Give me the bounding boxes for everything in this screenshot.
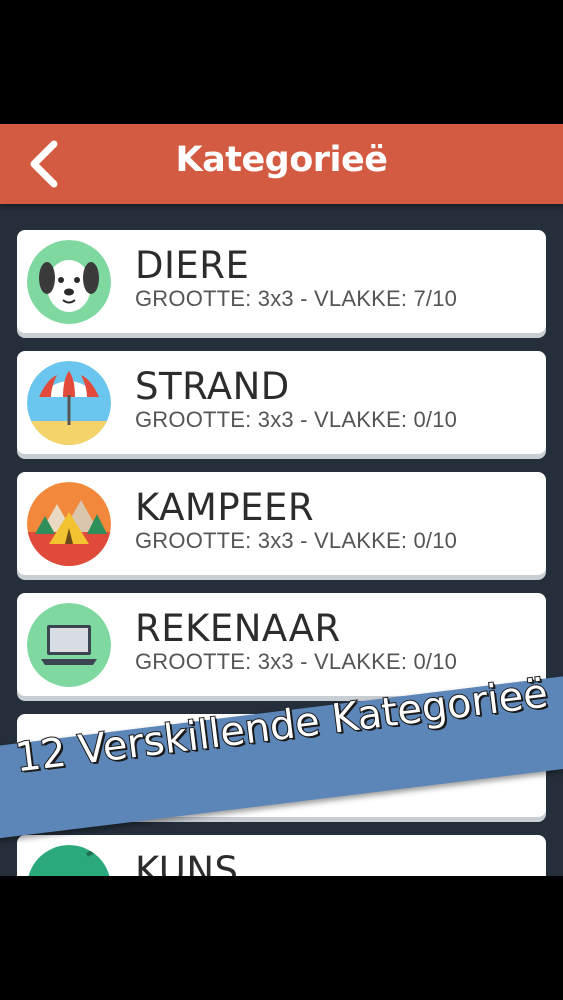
- category-name: KAMPEER: [135, 486, 315, 529]
- beach-umbrella-icon: [27, 361, 111, 445]
- art-icon: [27, 845, 111, 876]
- page-title: Kategorieë: [175, 140, 388, 180]
- laptop-icon: [27, 603, 111, 687]
- category-details: GROOTTE: 3x3 - VLAKKE: 0/10: [135, 528, 458, 553]
- tent-icon: [27, 482, 111, 566]
- category-details: GROOTTE: 3x3 - VLAKKE: 0/10: [135, 407, 458, 432]
- dog-icon: [27, 240, 111, 324]
- category-name: STRAND: [135, 365, 290, 408]
- category-name: KUNS: [135, 849, 239, 876]
- category-card-strand[interactable]: STRAND GROOTTE: 3x3 - VLAKKE: 0/10: [17, 351, 546, 454]
- top-bar: Kategorieë: [0, 124, 563, 204]
- category-card-kampeer[interactable]: KAMPEER GROOTTE: 3x3 - VLAKKE: 0/10: [17, 472, 546, 575]
- category-details: GROOTTE: 3x3 - VLAKKE: 0/10: [135, 649, 458, 674]
- category-details: GROOTTE: 3x3 - VLAKKE: 7/10: [135, 286, 458, 311]
- category-card-kuns[interactable]: KUNS: [17, 835, 546, 876]
- category-name: DIERE: [135, 244, 250, 287]
- category-card-diere[interactable]: DIERE GROOTTE: 3x3 - VLAKKE: 7/10: [17, 230, 546, 333]
- category-name: REKENAAR: [135, 607, 341, 650]
